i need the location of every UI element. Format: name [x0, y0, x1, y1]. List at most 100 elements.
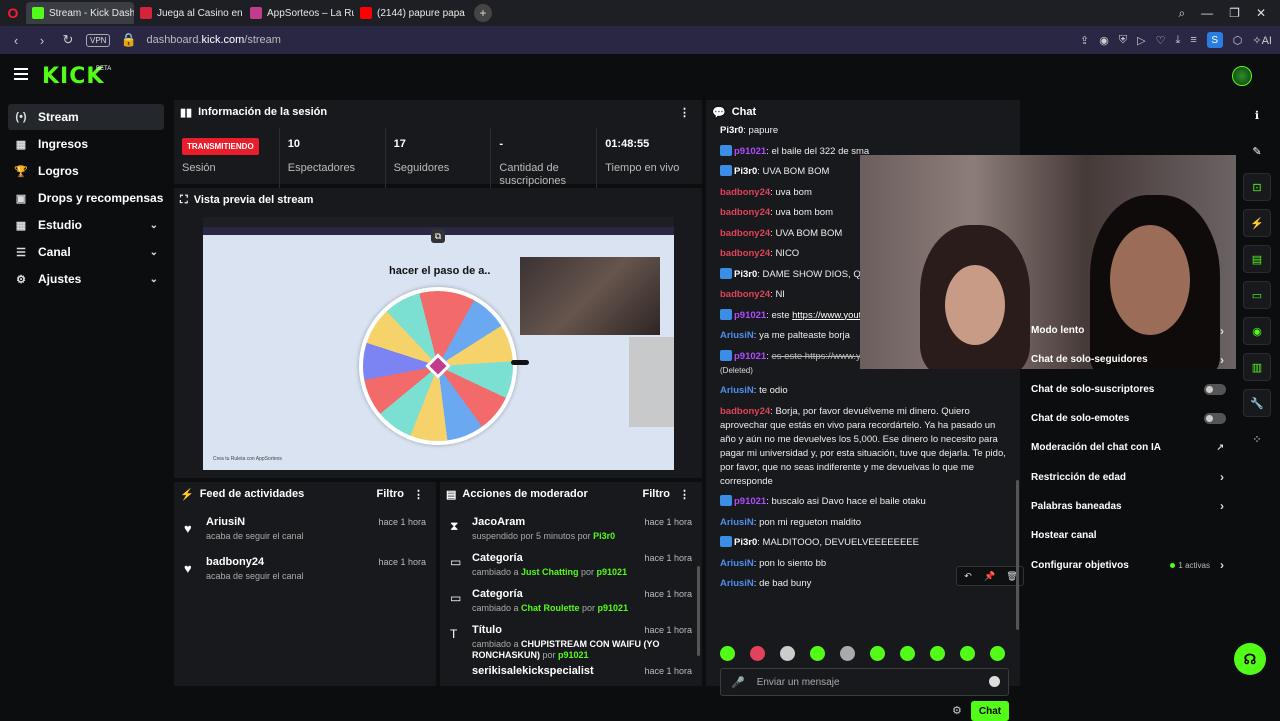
undo-icon[interactable]: ↶ [957, 567, 979, 585]
subscribers-only-toggle[interactable] [1204, 383, 1226, 395]
chat-username[interactable]: AriusiN [720, 558, 754, 569]
chat-username[interactable]: Pi3r0 [734, 537, 757, 548]
sidebar-item-estudio[interactable]: ▦ Estudio ⌄ [8, 212, 164, 238]
setting-banned-words[interactable]: Palabras baneadas › [1022, 492, 1234, 521]
maximize-icon[interactable]: ❐ [1229, 6, 1240, 20]
emotes-only-toggle[interactable] [1204, 413, 1226, 425]
mod-action-item[interactable]: serikisalekickspecialist hace 1 hora [440, 665, 702, 686]
chat-username[interactable]: badbony24 [720, 406, 770, 417]
activity-item[interactable]: ♥ badbony24 acaba de seguir el canal hac… [174, 556, 436, 592]
opera-logo-icon[interactable]: O [0, 0, 26, 26]
emote-icon[interactable] [870, 646, 885, 661]
share-icon[interactable]: ⇪ [1080, 34, 1089, 47]
broadcast-icon[interactable]: ◉ [1243, 317, 1271, 345]
scrollbar[interactable] [697, 566, 700, 656]
setting-ai-moderation[interactable]: Moderación del chat con IA ↗ [1022, 433, 1234, 462]
help-headset-button[interactable]: ☊ [1234, 643, 1266, 675]
setting-followers-only[interactable]: Chat de solo-seguidores › [1022, 345, 1234, 374]
vpn-badge[interactable]: VPN [86, 33, 111, 47]
popout-icon[interactable]: ⧉ [431, 229, 445, 243]
camera-icon[interactable]: ◉ [1099, 34, 1109, 47]
chat-username[interactable]: AriusiN [720, 578, 754, 589]
chat-username[interactable]: p91021 [734, 351, 766, 362]
chat-username[interactable]: AriusiN [720, 517, 754, 528]
emote-icon[interactable] [900, 646, 915, 661]
chat-settings-icon[interactable]: ⚙ [952, 704, 962, 717]
aria-ai-button[interactable]: ✧AI [1252, 34, 1272, 47]
microphone-icon[interactable]: 🎤 [731, 676, 745, 689]
tab-youtube[interactable]: (2144) papure papa pure [354, 2, 466, 24]
profile-avatar[interactable]: S [1206, 32, 1223, 48]
info-icon[interactable]: ℹ [1243, 101, 1271, 129]
filter-button[interactable]: Filtro [643, 488, 671, 500]
shield-icon[interactable]: ⛨ [1119, 34, 1127, 47]
mod-action-item[interactable]: ▭ Categoría cambiado a Chat Roulette por… [440, 588, 702, 620]
sidebar-item-logros[interactable]: 🏆 Logros [8, 158, 164, 184]
minimize-icon[interactable]: — [1201, 6, 1213, 20]
emote-icon[interactable] [780, 646, 795, 661]
reload-icon[interactable]: ↻ [60, 32, 76, 48]
new-tab-button[interactable]: + [474, 4, 492, 22]
setting-slow-mode[interactable]: Modo lento › [1022, 316, 1234, 345]
mod-action-item[interactable]: T Título cambiado a CHUPISTREAM CON WAIF… [440, 624, 702, 661]
menu-icon[interactable]: ≡ [1190, 34, 1196, 46]
emote-icon[interactable] [840, 646, 855, 661]
chat-message[interactable]: Pi3r0: MALDITOOO, DEVUELVEEEEEEEE [720, 536, 1010, 550]
chat-username[interactable]: AriusiN [720, 330, 754, 341]
chat-username[interactable]: Pi3r0 [734, 166, 757, 177]
chat-message[interactable]: p91021: buscalo asi Davo hace el baile o… [720, 495, 1010, 509]
chat-username[interactable]: badbony24 [720, 187, 770, 198]
chat-scrollbar[interactable] [1016, 480, 1019, 630]
emote-icon[interactable] [930, 646, 945, 661]
edit-icon[interactable]: ✎ [1243, 137, 1271, 165]
heart-icon[interactable]: ♡ [1156, 34, 1166, 47]
chat-username[interactable]: badbony24 [720, 289, 770, 300]
sidebar-item-canal[interactable]: ☰ Canal ⌄ [8, 239, 164, 265]
chat-message[interactable]: AriusiN: te odio [720, 384, 1010, 398]
chat-username[interactable]: badbony24 [720, 228, 770, 239]
emote-icon[interactable] [750, 646, 765, 661]
chat-username[interactable]: Pi3r0 [734, 269, 757, 280]
chat-message-input[interactable]: 🎤 Enviar un mensaje [720, 668, 1009, 696]
emote-icon[interactable] [720, 646, 735, 661]
chat-username[interactable]: Pi3r0 [720, 125, 743, 136]
hamburger-menu-icon[interactable] [14, 68, 28, 80]
setting-host-channel[interactable]: Hostear canal [1022, 521, 1234, 550]
lightning-icon[interactable]: ⚡ [1243, 209, 1271, 237]
tab-stream-kick[interactable]: Stream - Kick Dashboard [26, 2, 134, 24]
chat-message[interactable]: Pi3r0: papure [720, 124, 1010, 138]
mod-action-item[interactable]: ▭ Categoría cambiado a Just Chatting por… [440, 552, 702, 584]
extensions-icon[interactable]: ⬡ [1233, 34, 1243, 47]
more-options-icon[interactable]: ⋮ [679, 488, 690, 501]
close-window-icon[interactable]: ✕ [1256, 6, 1266, 20]
search-tabs-icon[interactable]: ⌕ [1178, 6, 1185, 21]
notes-icon[interactable]: ▤ [1243, 245, 1271, 273]
back-icon[interactable]: ‹ [8, 33, 24, 48]
lock-icon[interactable]: 🔒 [120, 32, 136, 48]
play-icon[interactable]: ▷ [1137, 34, 1145, 47]
setting-age-restriction[interactable]: Restricción de edad › [1022, 462, 1234, 491]
user-avatar[interactable] [1232, 66, 1252, 86]
emoji-picker-icon[interactable] [989, 676, 1000, 687]
url-field[interactable]: dashboard.kick.com/stream [146, 34, 281, 46]
more-options-icon[interactable]: ⋮ [413, 488, 424, 501]
pin-icon[interactable]: 📌 [979, 567, 1001, 585]
more-tools-icon[interactable]: ⁘ [1243, 425, 1271, 453]
emote-icon[interactable] [990, 646, 1005, 661]
sidebar-item-ingresos[interactable]: ▦ Ingresos [8, 131, 164, 157]
stream-preview-video[interactable]: ⧉ hacer el paso de a.. Crea tu Ruleta co… [203, 217, 674, 470]
emote-icon[interactable] [960, 646, 975, 661]
screen-capture-icon[interactable]: ⊡ [1243, 173, 1271, 201]
chat-icon[interactable]: ▭ [1243, 281, 1271, 309]
chat-username[interactable]: badbony24 [720, 248, 770, 259]
chat-send-button[interactable]: Chat [971, 701, 1009, 721]
chat-username[interactable]: p91021 [734, 496, 766, 507]
setting-goals[interactable]: Configurar objetivos 1 activas › [1022, 550, 1234, 579]
chat-message[interactable]: AriusiN: pon mi regueton maldito [720, 516, 1010, 530]
tab-appsorteos[interactable]: AppSorteos – La Ruleta de [244, 2, 354, 24]
sidebar-item-ajustes[interactable]: ⚙ Ajustes ⌄ [8, 266, 164, 292]
chat-message[interactable]: badbony24: Borja, por favor devuélveme m… [720, 405, 1010, 489]
delete-icon[interactable]: 🗑 [1001, 567, 1023, 585]
chat-username[interactable]: p91021 [734, 310, 766, 321]
layout-icon[interactable]: ▥ [1243, 353, 1271, 381]
